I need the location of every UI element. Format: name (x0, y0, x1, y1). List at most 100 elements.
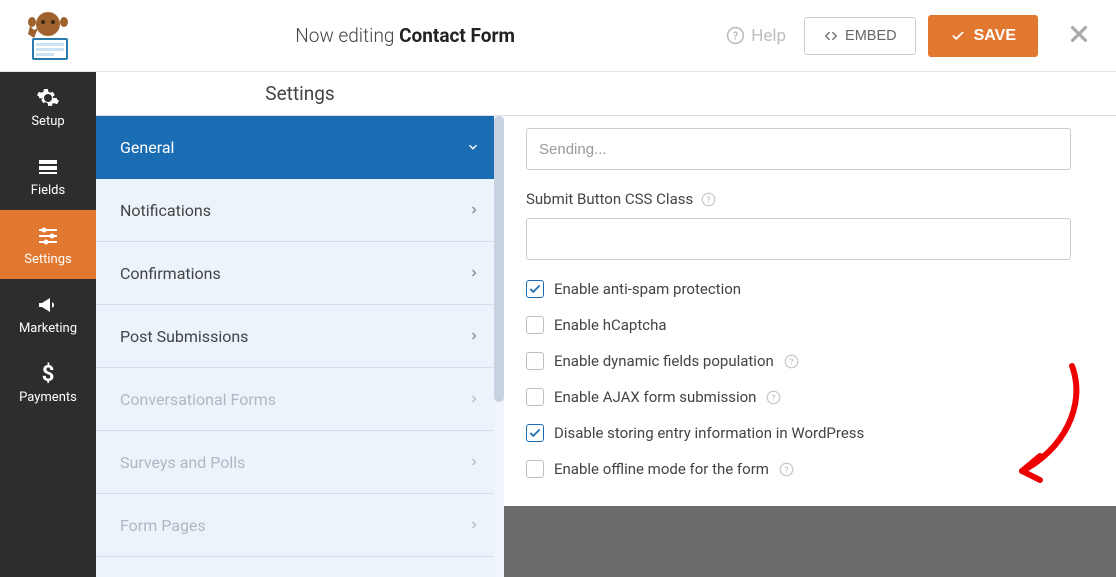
sidenav-setup[interactable]: Setup (0, 72, 96, 141)
check-offline[interactable]: Enable offline mode for the form ? (526, 460, 1094, 478)
top-actions: ? Help EMBED SAVE (726, 13, 1096, 58)
settings-menu-label: Conversational Forms (120, 390, 276, 409)
panel-header-spacer (504, 72, 1116, 116)
settings-menu: General Notifications Confirmations Post… (96, 116, 504, 577)
check-label: Disable storing entry information in Wor… (554, 424, 864, 442)
sidenav-fields[interactable]: Fields (0, 141, 96, 210)
settings-menu-notifications[interactable]: Notifications (96, 179, 504, 242)
embed-button[interactable]: EMBED (804, 17, 916, 55)
sidenav-label: Setup (4, 114, 92, 129)
css-class-input[interactable] (526, 218, 1071, 260)
settings-menu-label: Post Submissions (120, 327, 248, 346)
main: Setup Fields Settings Marketing $ Paymen… (0, 72, 1116, 577)
side-nav: Setup Fields Settings Marketing $ Paymen… (0, 72, 96, 577)
checkbox-list: Enable anti-spam protection Enable hCapt… (526, 280, 1094, 478)
scrollbar-thumb[interactable] (494, 116, 504, 402)
settings-menu-conversational[interactable]: Conversational Forms (96, 368, 504, 431)
css-class-row: Submit Button CSS Class ? (526, 190, 1094, 260)
embed-label: EMBED (845, 28, 897, 44)
check-disable-storing[interactable]: Disable storing entry information in Wor… (526, 424, 1094, 442)
check-icon (950, 29, 966, 43)
help-icon[interactable]: ? (784, 354, 799, 369)
sending-row (526, 128, 1094, 170)
check-label: Enable dynamic fields population (554, 352, 774, 370)
settings-menu-label: Surveys and Polls (120, 453, 245, 472)
chevron-right-icon (468, 518, 480, 532)
dollar-icon: $ (34, 362, 62, 386)
settings-menu-general[interactable]: General (96, 116, 504, 179)
checkbox-icon (526, 352, 544, 370)
svg-text:?: ? (772, 392, 776, 402)
settings-menu-label: Confirmations (120, 264, 221, 283)
settings-header: Settings (96, 72, 504, 116)
chevron-right-icon (468, 392, 480, 406)
sidenav-payments[interactable]: $ Payments (0, 348, 96, 417)
settings-menu-confirmations[interactable]: Confirmations (96, 242, 504, 305)
check-label: Enable AJAX form submission (554, 388, 756, 406)
settings-column: Settings General Notifications Confirmat… (96, 72, 504, 577)
sidenav-label: Settings (4, 252, 92, 267)
checkbox-icon (526, 316, 544, 334)
form-name: Contact Form (399, 24, 515, 47)
sliders-icon (34, 224, 62, 248)
wpforms-logo (20, 8, 76, 64)
chevron-right-icon (468, 329, 480, 343)
check-hcaptcha[interactable]: Enable hCaptcha (526, 316, 1094, 334)
top-bar: Now editing Contact Form ? Help EMBED SA… (0, 0, 1116, 72)
code-icon (823, 29, 839, 43)
settings-menu-post-submissions[interactable]: Post Submissions (96, 305, 504, 368)
svg-text:?: ? (784, 464, 788, 474)
chevron-right-icon (468, 203, 480, 217)
settings-menu-label: Form Pages (120, 516, 206, 535)
settings-menu-label: Notifications (120, 201, 211, 220)
check-antispam[interactable]: Enable anti-spam protection (526, 280, 1094, 298)
settings-menu-label: General (120, 138, 174, 157)
bullhorn-icon (34, 293, 62, 317)
chevron-right-icon (468, 455, 480, 469)
gear-icon (34, 86, 62, 110)
panel-area: Submit Button CSS Class ? Enable anti-sp… (504, 72, 1116, 577)
svg-text:?: ? (707, 194, 711, 204)
css-class-label-text: Submit Button CSS Class (526, 190, 693, 208)
save-label: SAVE (974, 27, 1016, 45)
panel-backdrop: Submit Button CSS Class ? Enable anti-sp… (504, 116, 1116, 577)
sidenav-marketing[interactable]: Marketing (0, 279, 96, 348)
svg-text:$: $ (42, 362, 55, 386)
sidenav-settings[interactable]: Settings (0, 210, 96, 279)
css-class-label: Submit Button CSS Class ? (526, 190, 1094, 208)
check-label: Enable anti-spam protection (554, 280, 741, 298)
checkbox-icon (526, 460, 544, 478)
chevron-right-icon (468, 266, 480, 280)
check-dynamic-fields[interactable]: Enable dynamic fields population ? (526, 352, 1094, 370)
panel-card: Submit Button CSS Class ? Enable anti-sp… (504, 116, 1116, 506)
help-label: Help (751, 26, 786, 46)
settings-menu-surveys[interactable]: Surveys and Polls (96, 431, 504, 494)
help-link[interactable]: ? Help (726, 26, 786, 46)
close-button[interactable] (1050, 13, 1096, 58)
editing-prefix: Now editing (295, 24, 399, 47)
help-icon[interactable]: ? (766, 390, 781, 405)
editing-header: Now editing Contact Form (84, 24, 726, 47)
checkbox-icon (526, 280, 544, 298)
sidenav-label: Fields (4, 183, 92, 198)
settings-scrollbar[interactable] (494, 116, 504, 577)
check-label: Enable offline mode for the form (554, 460, 769, 478)
help-icon[interactable]: ? (701, 192, 716, 207)
sidenav-label: Marketing (4, 321, 92, 336)
help-icon: ? (726, 26, 745, 45)
sending-input[interactable] (526, 128, 1071, 170)
panel-content: Submit Button CSS Class ? Enable anti-sp… (526, 128, 1094, 478)
svg-text:?: ? (789, 356, 793, 366)
help-icon[interactable]: ? (779, 462, 794, 477)
svg-text:?: ? (733, 29, 739, 42)
save-button[interactable]: SAVE (928, 15, 1038, 57)
chevron-down-icon (466, 140, 480, 154)
checkbox-icon (526, 424, 544, 442)
list-icon (34, 155, 62, 179)
close-icon (1068, 23, 1090, 45)
check-label: Enable hCaptcha (554, 316, 667, 334)
check-ajax[interactable]: Enable AJAX form submission ? (526, 388, 1094, 406)
settings-menu-form-pages[interactable]: Form Pages (96, 494, 504, 557)
sidenav-label: Payments (4, 390, 92, 405)
checkbox-icon (526, 388, 544, 406)
